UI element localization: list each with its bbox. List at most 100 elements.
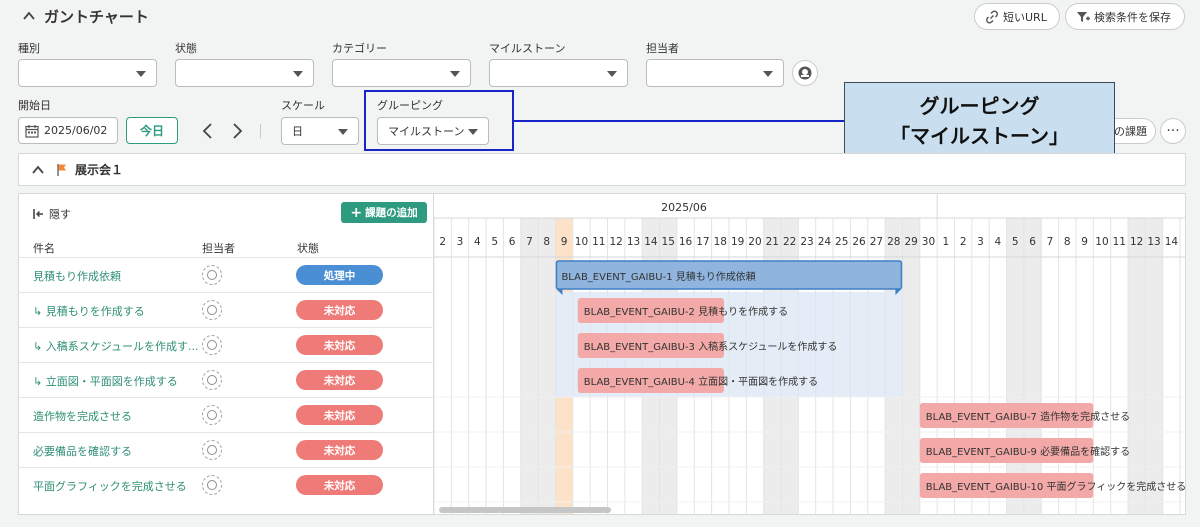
task-name[interactable]: ↳ 見積もりを作成する [33, 303, 145, 319]
day-label: 4 [995, 236, 1002, 248]
caret-down-icon [293, 71, 303, 77]
user-icon [207, 410, 217, 420]
horizontal-scrollbar[interactable] [439, 507, 611, 513]
milestone-select[interactable] [489, 59, 628, 87]
user-icon [207, 445, 217, 455]
day-label: 6 [509, 236, 516, 248]
day-label: 23 [800, 236, 813, 248]
day-label: 9 [561, 236, 568, 248]
day-label: 12 [1130, 236, 1143, 248]
caret-down-icon [607, 71, 617, 77]
day-label: 20 [748, 236, 761, 248]
day-label: 2 [960, 236, 967, 248]
assignee-select[interactable] [646, 59, 784, 87]
bar-label: BLAB_EVENT_GAIBU-10 平面グラフィックを完成させる [926, 480, 1186, 493]
avatar [202, 475, 222, 495]
chevron-right-icon[interactable] [229, 121, 245, 141]
timeline-svg: 2025/062 3 4 5 6 7 8 9 10 11 12 13 14 15 16 17 18 19 20 21 2… [434, 194, 1186, 514]
day-label: 5 [491, 236, 498, 248]
task-name[interactable]: 必要備品を確認する [33, 443, 132, 459]
user-icon [207, 340, 217, 350]
table-row[interactable]: ↳ 立面図・平面図を作成する 未対応 [19, 362, 434, 397]
task-name[interactable]: ↳ 入稿系スケジュールを作成す... [33, 338, 198, 354]
table-row[interactable]: 見積もり作成依頼 処理中 [19, 257, 434, 292]
day-label: 29 [904, 236, 917, 248]
col-status: 状態 [297, 242, 319, 255]
status-select[interactable] [175, 59, 314, 87]
avatar [202, 265, 222, 285]
day-label: 30 [922, 236, 935, 248]
table-row[interactable]: 造作物を完成させる 未対応 [19, 397, 434, 432]
short-url-button[interactable]: 短いURL [974, 3, 1060, 30]
type-select[interactable] [18, 59, 157, 87]
day-label: 24 [818, 236, 832, 248]
timeline: 2025/06 2 3 4 5 6 7 8 9 10 11 12 13 14 15 16 17 18 19 20 21 2… [434, 194, 1186, 514]
category-label: カテゴリー [332, 42, 387, 55]
category-select[interactable] [332, 59, 471, 87]
filter-add-icon [1077, 11, 1090, 22]
link-icon [986, 10, 998, 23]
more-options-button[interactable]: ··· [1160, 118, 1186, 144]
task-name[interactable]: 平面グラフィックを完成させる [33, 478, 187, 494]
start-date-input[interactable]: 2025/06/02 [18, 117, 118, 144]
bar-label: BLAB_EVENT_GAIBU-3 入稿系スケジュールを作成する [584, 340, 838, 353]
chevron-up-icon[interactable] [22, 9, 36, 23]
task-name[interactable]: 造作物を完成させる [33, 408, 132, 424]
caret-down-icon [450, 71, 460, 77]
gantt-chart: 隠す + 課題の追加 件名 担当者 状態 見積もり作成依頼 処理中 ↳ 見積もりを作… [18, 193, 1186, 515]
avatar [202, 335, 222, 355]
day-label: 3 [457, 236, 464, 248]
scale-select[interactable]: 日 [281, 117, 359, 145]
day-label: 14 [1165, 236, 1179, 248]
day-label: 14 [644, 236, 658, 248]
day-label: 7 [526, 236, 533, 248]
assignee-label: 担当者 [646, 42, 679, 55]
month-label: 2025/06 [661, 201, 707, 214]
bar-label: BLAB_EVENT_GAIBU-4 立面図・平面図を作成する [584, 375, 818, 388]
user-icon [207, 480, 217, 490]
hide-button[interactable]: 隠す [33, 206, 71, 222]
day-label: 2 [439, 236, 446, 248]
task-list: 隠す + 課題の追加 件名 担当者 状態 見積もり作成依頼 処理中 ↳ 見積もりを作… [19, 194, 434, 514]
grouping-highlight [364, 90, 514, 151]
day-label: 28 [887, 236, 900, 248]
day-label: 11 [1113, 236, 1126, 248]
save-search-label: 検索条件を保存 [1094, 10, 1171, 24]
weekend-column [520, 218, 539, 514]
day-label: 16 [679, 236, 693, 248]
type-label: 種別 [18, 42, 40, 55]
day-label: 26 [852, 236, 866, 248]
calendar-icon [25, 124, 39, 138]
day-label: 18 [714, 236, 727, 248]
plus-icon: + [350, 204, 363, 221]
today-button[interactable]: 今日 [126, 117, 178, 144]
save-search-button[interactable]: 検索条件を保存 [1065, 3, 1185, 30]
chevron-left-icon[interactable] [200, 121, 216, 141]
add-issue-button[interactable]: + 課題の追加 [341, 202, 427, 223]
chevron-up-icon[interactable] [31, 163, 45, 177]
header: ガントチャート 短いURL 検索条件を保存 [0, 0, 1200, 34]
table-row[interactable]: 必要備品を確認する 未対応 [19, 432, 434, 467]
divider [260, 124, 261, 138]
page-title: ガントチャート [44, 8, 149, 26]
day-label: 6 [1029, 236, 1036, 248]
day-label: 15 [662, 236, 675, 248]
caret-down-icon [763, 71, 773, 77]
day-label: 7 [1047, 236, 1054, 248]
task-name[interactable]: ↳ 立面図・平面図を作成する [33, 373, 178, 389]
day-label: 9 [1081, 236, 1088, 248]
table-row[interactable]: ↳ 入稿系スケジュールを作成す... 未対応 [19, 327, 434, 362]
status-badge: 未対応 [296, 335, 383, 355]
short-url-label: 短いURL [1003, 10, 1047, 24]
task-name[interactable]: 見積もり作成依頼 [33, 268, 121, 284]
weekend-column [902, 218, 920, 514]
table-row[interactable]: 平面グラフィックを完成させる 未対応 [19, 467, 434, 502]
status-badge: 処理中 [296, 265, 383, 285]
table-row[interactable]: ↳ 見積もりを作成する 未対応 [19, 292, 434, 327]
status-badge: 未対応 [296, 370, 383, 390]
day-label: 13 [1147, 236, 1160, 248]
assign-me-button[interactable] [792, 60, 818, 86]
group-title: 展示会１ [75, 163, 124, 177]
group-header[interactable]: 展示会１ [18, 153, 1186, 186]
avatar [202, 440, 222, 460]
